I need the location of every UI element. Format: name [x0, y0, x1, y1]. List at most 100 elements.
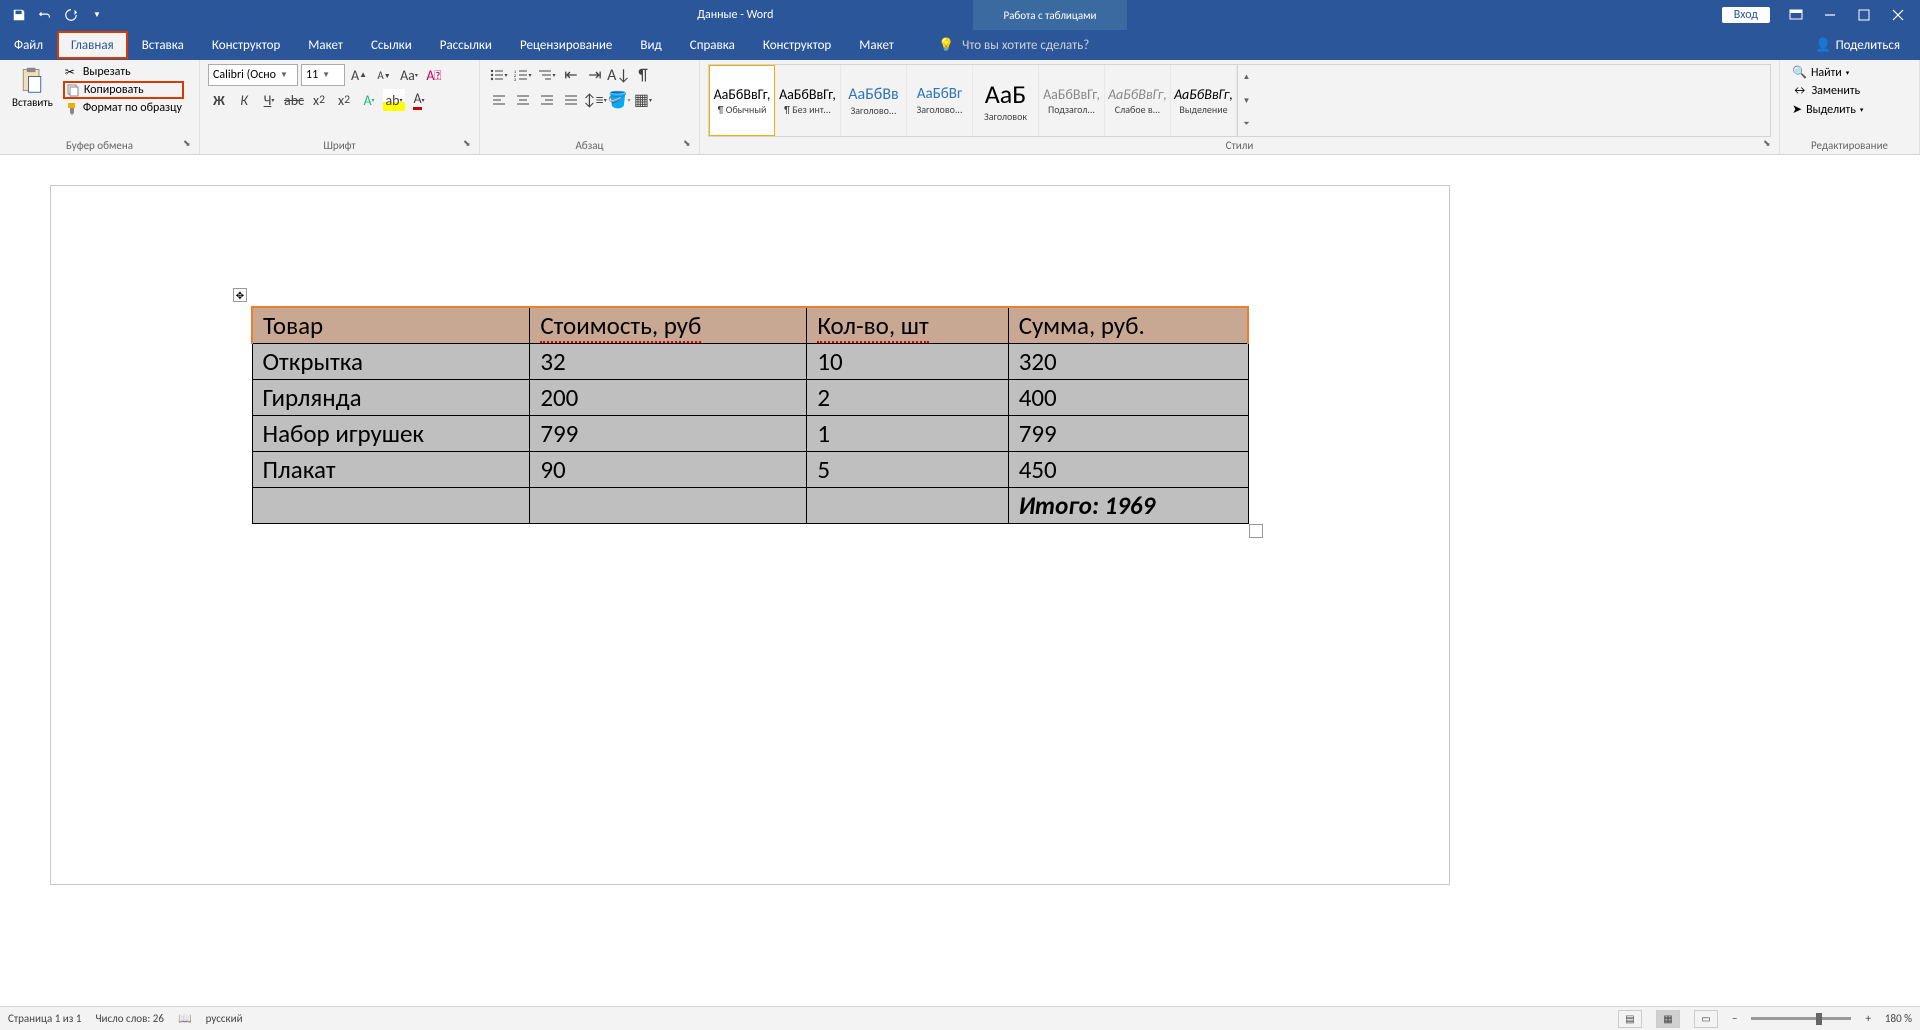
justify-button[interactable]: [560, 89, 582, 111]
style-heading1[interactable]: АаБбВвЗаголово...: [841, 65, 907, 136]
document-table[interactable]: Товар Стоимость, руб Кол-во, шт Сумма, р…: [251, 306, 1249, 524]
header-cell[interactable]: Стоимость, руб: [530, 307, 807, 344]
line-spacing-button[interactable]: ↕≡▾: [584, 89, 606, 111]
zoom-level[interactable]: 180 %: [1885, 1012, 1912, 1025]
shrink-font-button[interactable]: A▼: [373, 64, 395, 86]
header-cell[interactable]: Кол-во, шт: [807, 307, 1008, 344]
text-effects-button[interactable]: A▾: [358, 89, 380, 111]
table-row[interactable]: Открытка3210320: [252, 344, 1248, 380]
font-launcher-icon[interactable]: ⬊: [463, 138, 477, 152]
save-icon[interactable]: [10, 6, 28, 24]
minimize-icon[interactable]: [1822, 7, 1838, 23]
style-weak-emphasis[interactable]: АаБбВвГг,Слабое в...: [1105, 65, 1171, 136]
header-cell[interactable]: Сумма, руб.: [1008, 307, 1248, 344]
table-resize-handle-icon[interactable]: [1249, 524, 1263, 538]
tab-table-layout[interactable]: Макет: [845, 30, 908, 60]
tab-file[interactable]: Файл: [0, 30, 57, 60]
chevron-up-icon: ▲: [1238, 65, 1255, 89]
underline-button[interactable]: Ч▾: [258, 89, 280, 111]
total-cell[interactable]: Итого: 1969: [1008, 488, 1248, 524]
customize-qat-icon[interactable]: ▼: [88, 6, 106, 24]
login-button[interactable]: Вход: [1722, 7, 1770, 23]
replace-button[interactable]: ↔ Заменить: [1788, 83, 1911, 99]
format-painter-button[interactable]: Формат по образцу: [63, 100, 184, 116]
font-name-combo[interactable]: Calibri (Осно▼: [208, 64, 298, 86]
tell-me-search[interactable]: 💡 Что вы хотите сделать?: [908, 38, 1089, 53]
show-marks-button[interactable]: ¶: [632, 64, 654, 86]
copy-button[interactable]: Копировать: [63, 81, 184, 99]
tab-review[interactable]: Рецензирование: [506, 30, 626, 60]
table-total-row[interactable]: Итого: 1969: [252, 488, 1248, 524]
bullets-button[interactable]: ▾: [488, 64, 510, 86]
italic-button[interactable]: К: [233, 89, 255, 111]
tab-insert[interactable]: Вставка: [128, 30, 198, 60]
subscript-button[interactable]: x2: [308, 89, 330, 111]
styles-launcher-icon[interactable]: ⬊: [1763, 138, 1777, 152]
share-button[interactable]: 👤 Поделиться: [1795, 38, 1920, 53]
align-left-button[interactable]: [488, 89, 510, 111]
highlight-button[interactable]: ab▾: [383, 89, 405, 111]
word-count[interactable]: Число слов: 26: [95, 1012, 164, 1025]
multilevel-button[interactable]: ▾: [536, 64, 558, 86]
styles-gallery-more[interactable]: ▲▼⏷: [1237, 65, 1255, 136]
tab-mailings[interactable]: Рассылки: [426, 30, 506, 60]
find-button[interactable]: 🔍 Найти ▾: [1788, 64, 1911, 81]
change-case-button[interactable]: Aa▾: [398, 64, 420, 86]
style-no-spacing[interactable]: АаБбВвГг,¶ Без инт...: [775, 65, 841, 136]
superscript-button[interactable]: x2: [333, 89, 355, 111]
clipboard-launcher-icon[interactable]: ⬊: [183, 138, 197, 152]
sort-button[interactable]: A↓: [608, 64, 630, 86]
page-indicator[interactable]: Страница 1 из 1: [8, 1012, 81, 1025]
strikethrough-button[interactable]: abc: [283, 89, 305, 111]
close-icon[interactable]: [1890, 7, 1906, 23]
tab-view[interactable]: Вид: [626, 30, 675, 60]
zoom-out-button[interactable]: −: [1732, 1012, 1737, 1025]
tab-references[interactable]: Ссылки: [357, 30, 426, 60]
undo-icon[interactable]: [36, 6, 54, 24]
select-button[interactable]: ➤ Выделить ▾: [1788, 101, 1911, 118]
numbering-button[interactable]: 123▾: [512, 64, 534, 86]
header-cell[interactable]: Товар: [252, 307, 530, 344]
decrease-indent-button[interactable]: ⇤: [560, 64, 582, 86]
print-layout-button[interactable]: ▦: [1656, 1010, 1680, 1028]
web-layout-button[interactable]: ▭: [1694, 1010, 1718, 1028]
zoom-slider[interactable]: [1751, 1017, 1851, 1020]
language-indicator[interactable]: русский: [206, 1012, 243, 1025]
read-mode-button[interactable]: ▤: [1618, 1010, 1642, 1028]
clear-formatting-button[interactable]: A⃠: [423, 64, 445, 86]
cut-button[interactable]: ✂ Вырезать: [63, 64, 184, 80]
shading-button[interactable]: 🪣▾: [608, 89, 630, 111]
tab-home[interactable]: Главная: [57, 31, 128, 59]
font-size-combo[interactable]: 11▼: [301, 64, 345, 86]
spell-check-icon[interactable]: 📖: [178, 1012, 192, 1025]
style-emphasis[interactable]: АаБбВвГг,Выделение: [1171, 65, 1237, 136]
ribbon-display-icon[interactable]: [1788, 7, 1804, 23]
align-center-button[interactable]: [512, 89, 534, 111]
bold-button[interactable]: Ж: [208, 89, 230, 111]
font-color-button[interactable]: A▾: [408, 89, 430, 111]
tab-help[interactable]: Справка: [676, 30, 749, 60]
paragraph-launcher-icon[interactable]: ⬊: [683, 138, 697, 152]
zoom-in-button[interactable]: +: [1865, 1012, 1870, 1025]
table-row[interactable]: Гирлянда2002400: [252, 380, 1248, 416]
style-normal[interactable]: АаБбВвГг,¶ Обычный: [709, 65, 775, 136]
table-header-row[interactable]: Товар Стоимость, руб Кол-во, шт Сумма, р…: [252, 307, 1248, 344]
table-row[interactable]: Плакат905450: [252, 452, 1248, 488]
document-area[interactable]: ✥ Товар Стоимость, руб Кол-во, шт Сумма,…: [0, 155, 1920, 1006]
maximize-icon[interactable]: [1856, 7, 1872, 23]
tab-layout[interactable]: Макет: [294, 30, 357, 60]
style-heading2[interactable]: АаБбВгЗаголово...: [907, 65, 973, 136]
redo-icon[interactable]: [62, 6, 80, 24]
style-title[interactable]: АаБЗаголовок: [973, 65, 1039, 136]
table-move-handle-icon[interactable]: ✥: [233, 288, 247, 302]
grow-font-button[interactable]: A▲: [348, 64, 370, 86]
style-subtitle[interactable]: АаБбВвГг,Подзагол...: [1039, 65, 1105, 136]
increase-indent-button[interactable]: ⇥: [584, 64, 606, 86]
paste-button[interactable]: Вставить: [8, 64, 57, 137]
tab-table-design[interactable]: Конструктор: [749, 30, 845, 60]
zoom-thumb[interactable]: [1816, 1013, 1822, 1025]
align-right-button[interactable]: [536, 89, 558, 111]
borders-button[interactable]: ▦▾: [632, 89, 654, 111]
table-row[interactable]: Набор игрушек7991799: [252, 416, 1248, 452]
tab-design[interactable]: Конструктор: [198, 30, 294, 60]
